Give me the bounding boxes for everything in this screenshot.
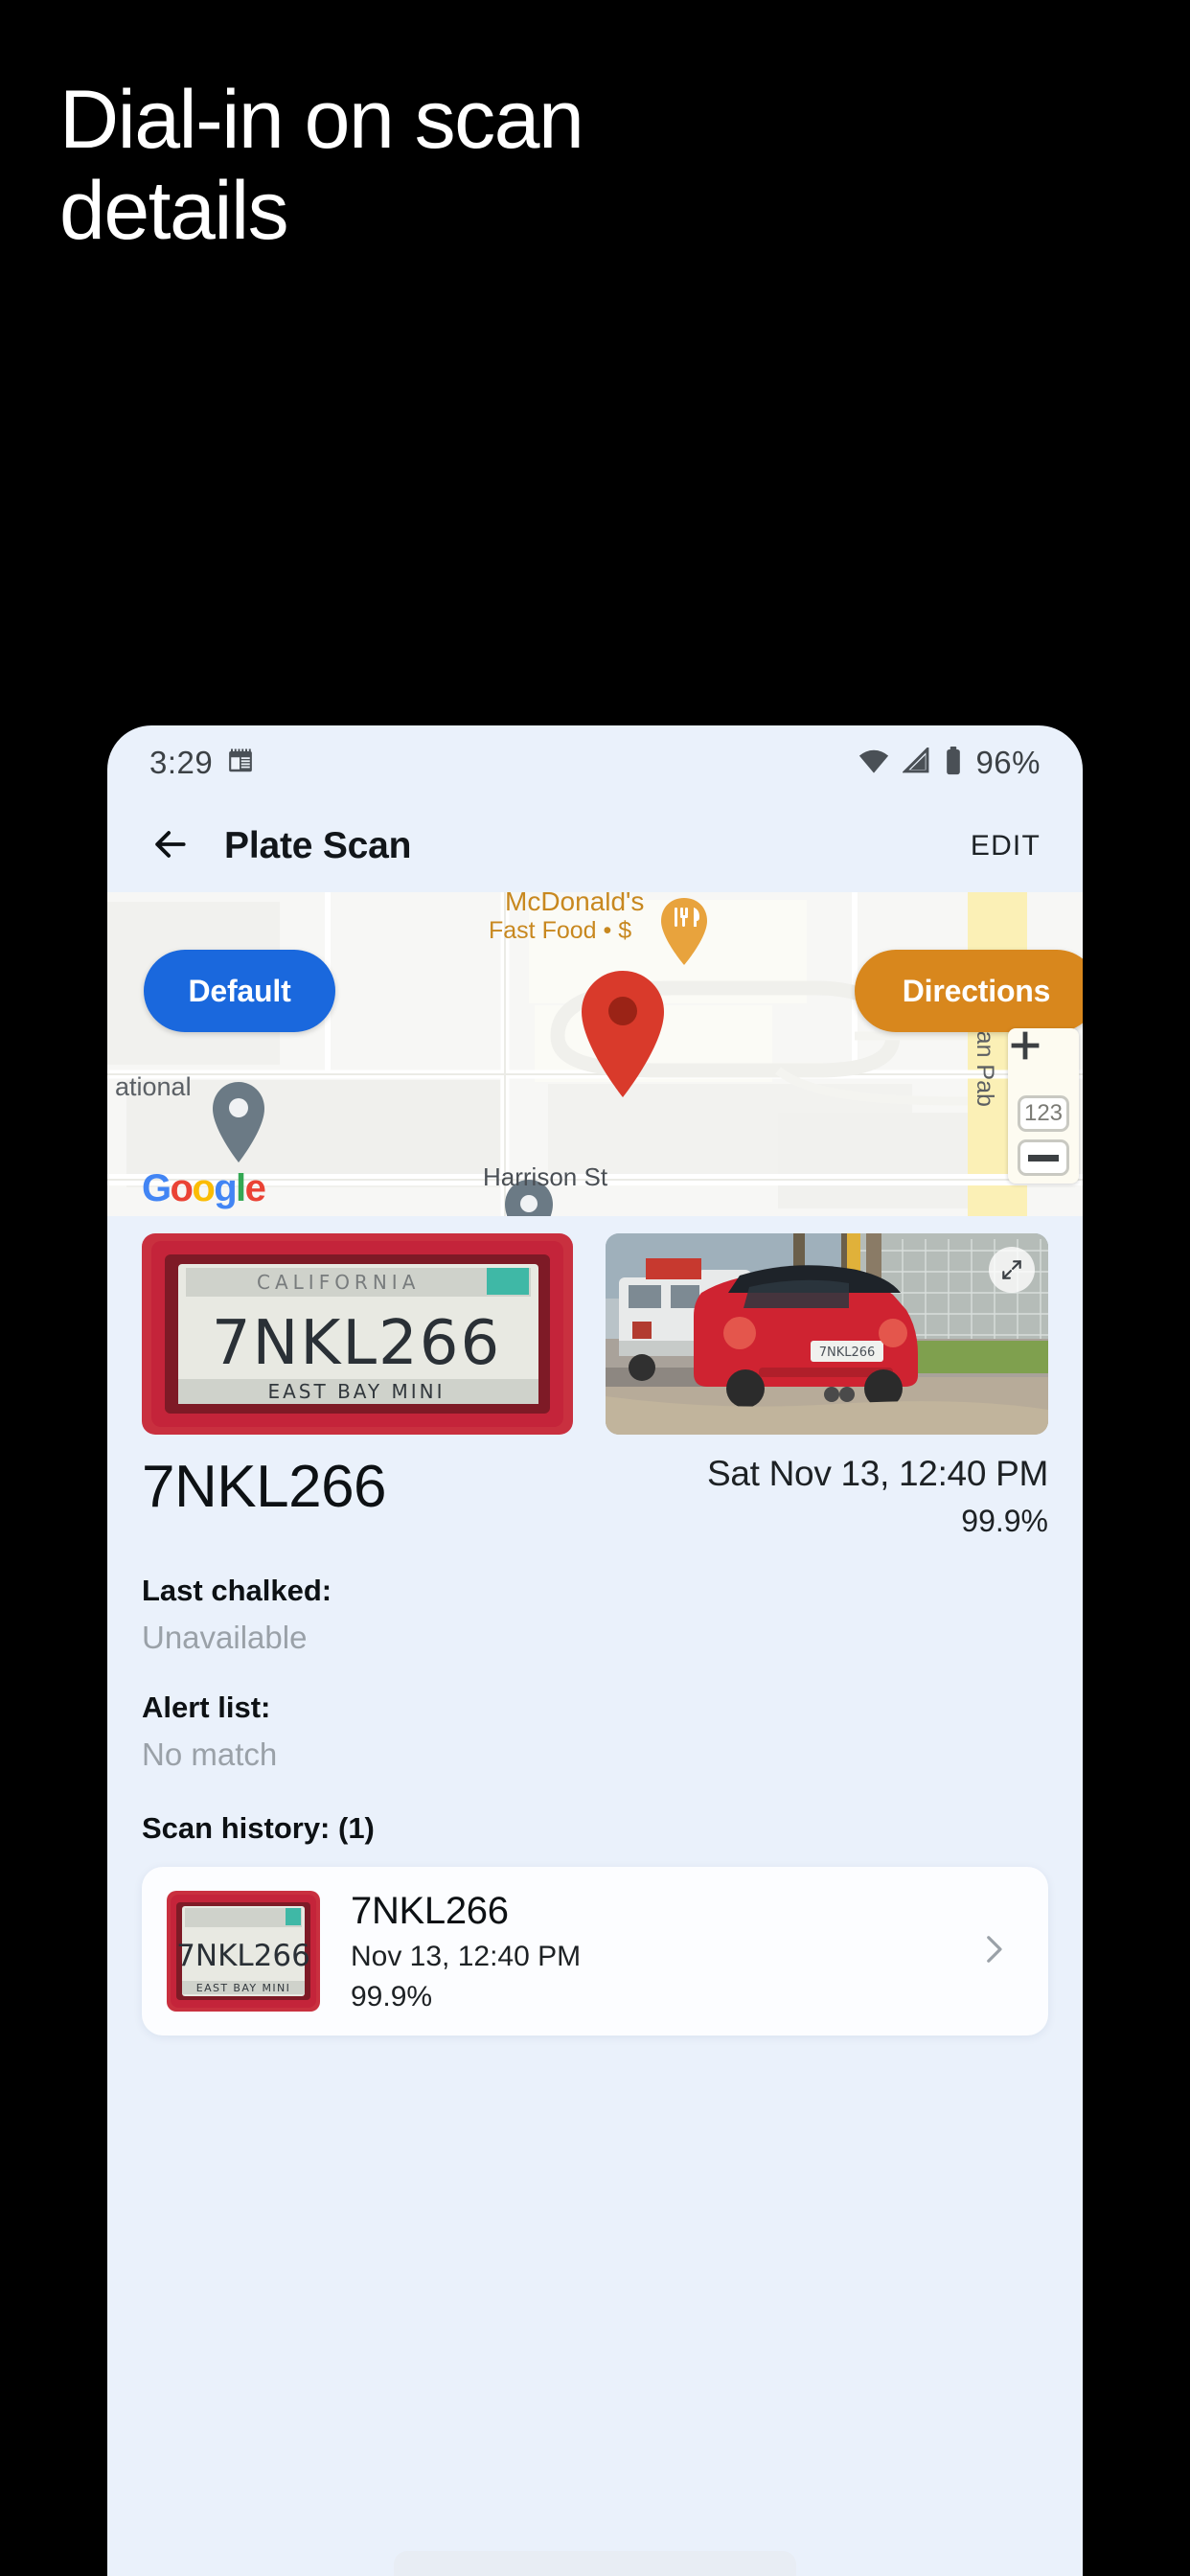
promo-headline-line1: Dial-in on scan bbox=[59, 74, 584, 166]
svg-text:7NKL266: 7NKL266 bbox=[819, 1346, 876, 1360]
field-last-chalked: Last chalked: Unavailable bbox=[142, 1574, 1048, 1656]
battery-level: 96% bbox=[975, 745, 1041, 780]
svg-text:CALIFORNIA: CALIFORNIA bbox=[257, 1271, 420, 1294]
vehicle-image[interactable]: 7NKL266 bbox=[606, 1233, 1048, 1435]
map-partial-label: ational bbox=[115, 1072, 192, 1101]
route-shield-icon: 123 bbox=[1018, 1095, 1069, 1132]
scan-history-thumbnail-canvas: 7NKL266 EAST BAY MINI bbox=[167, 1891, 320, 2012]
google-letter-e: e bbox=[244, 1167, 266, 1209]
google-letter-o1: o bbox=[170, 1167, 194, 1209]
field-last-chalked-value: Unavailable bbox=[142, 1620, 308, 1655]
status-bar-left: 3:29 bbox=[149, 745, 255, 781]
map-poi-label: McDonald's bbox=[505, 892, 645, 916]
scan-history-text: 7NKL266 Nov 13, 12:40 PM 99.9% bbox=[351, 1890, 973, 2013]
map-zoom-in-button[interactable] bbox=[1008, 1031, 1079, 1092]
scan-history-thumbnail: 7NKL266 EAST BAY MINI bbox=[167, 1891, 320, 2012]
svg-text:EAST BAY MINI: EAST BAY MINI bbox=[267, 1380, 445, 1403]
promo-headline: Dial-in on scan details bbox=[59, 75, 788, 256]
calendar-icon bbox=[226, 747, 255, 780]
scan-timestamp-block: Sat Nov 13, 12:40 PM 99.9% bbox=[707, 1454, 1048, 1539]
map-view[interactable]: McDonald's Fast Food • $ ational Harriso… bbox=[107, 892, 1083, 1216]
field-alert-list-value: No match bbox=[142, 1736, 278, 1772]
svg-text:7NKL266: 7NKL266 bbox=[176, 1939, 310, 1973]
scan-details: 7NKL266 Sat Nov 13, 12:40 PM 99.9% Last … bbox=[107, 1454, 1083, 2036]
google-letter-o2: o bbox=[192, 1167, 215, 1209]
google-letter-g: G bbox=[142, 1167, 172, 1209]
back-arrow-icon bbox=[149, 823, 191, 870]
plate-image-canvas: CALIFORNIA 7NKL266 EAST BAY MINI bbox=[142, 1233, 573, 1435]
google-letter-l: l bbox=[236, 1167, 246, 1209]
scan-plate-number: 7NKL266 bbox=[142, 1454, 387, 1520]
field-alert-list-label: Alert list: bbox=[142, 1690, 271, 1724]
app-bar: Plate Scan EDIT bbox=[107, 800, 1083, 892]
status-time: 3:29 bbox=[149, 745, 214, 780]
svg-text:EAST BAY MINI: EAST BAY MINI bbox=[196, 1982, 291, 1994]
back-button[interactable] bbox=[140, 816, 199, 876]
cellular-signal-icon bbox=[902, 745, 931, 779]
wifi-icon bbox=[858, 748, 890, 779]
vehicle-image-canvas: 7NKL266 bbox=[606, 1233, 1048, 1435]
expand-photo-icon bbox=[999, 1257, 1024, 1282]
status-bar: 3:29 96% bbox=[107, 725, 1083, 800]
scan-history-label: Scan history: (1) bbox=[142, 1811, 375, 1845]
home-indicator bbox=[394, 2551, 796, 2576]
edit-button[interactable]: EDIT bbox=[961, 820, 1050, 872]
plate-image[interactable]: CALIFORNIA 7NKL266 EAST BAY MINI bbox=[142, 1233, 573, 1435]
field-last-chalked-label: Last chalked: bbox=[142, 1574, 332, 1607]
scan-history-item[interactable]: 7NKL266 EAST BAY MINI 7NKL266 Nov 13, 12… bbox=[142, 1867, 1048, 2036]
map-zoom-controls: 123 123 bbox=[1008, 1028, 1079, 1184]
chevron-right-icon bbox=[973, 1929, 1023, 1974]
expand-photo-button[interactable] bbox=[989, 1247, 1035, 1293]
map-default-chip[interactable]: Default bbox=[144, 950, 335, 1032]
field-alert-list: Alert list: No match bbox=[142, 1690, 1048, 1773]
scan-media-row: CALIFORNIA 7NKL266 EAST BAY MINI 7NKL266 bbox=[107, 1216, 1083, 1435]
scan-history-when: Nov 13, 12:40 PM bbox=[351, 1940, 582, 1972]
google-attribution: Google bbox=[142, 1167, 266, 1210]
scan-timestamp: Sat Nov 13, 12:40 PM bbox=[707, 1454, 1048, 1493]
battery-icon bbox=[944, 746, 963, 780]
scan-summary-row: 7NKL266 Sat Nov 13, 12:40 PM 99.9% bbox=[142, 1454, 1048, 1539]
screenshot-root: Dial-in on scan details 3:29 96% Plate S… bbox=[0, 0, 1190, 2576]
map-zoom-out-button[interactable]: 123 bbox=[1018, 1139, 1069, 1176]
scan-confidence: 99.9% bbox=[961, 1504, 1048, 1538]
map-poi-subtitle: Fast Food • $ bbox=[489, 917, 632, 944]
scan-history-plate: 7NKL266 bbox=[351, 1889, 509, 1932]
phone-mockup: 3:29 96% Plate Scan EDIT McDonald's Fast… bbox=[107, 725, 1083, 2576]
scan-history-confidence: 99.9% bbox=[351, 1980, 433, 2012]
status-bar-right: 96% bbox=[858, 745, 1041, 781]
promo-headline-line2: details bbox=[59, 164, 289, 257]
map-street-label: Harrison St bbox=[483, 1162, 608, 1191]
svg-text:7NKL266: 7NKL266 bbox=[212, 1308, 501, 1379]
page-title: Plate Scan bbox=[224, 825, 412, 866]
google-letter-g2: g bbox=[214, 1167, 237, 1209]
map-directions-button[interactable]: Directions bbox=[855, 950, 1083, 1032]
